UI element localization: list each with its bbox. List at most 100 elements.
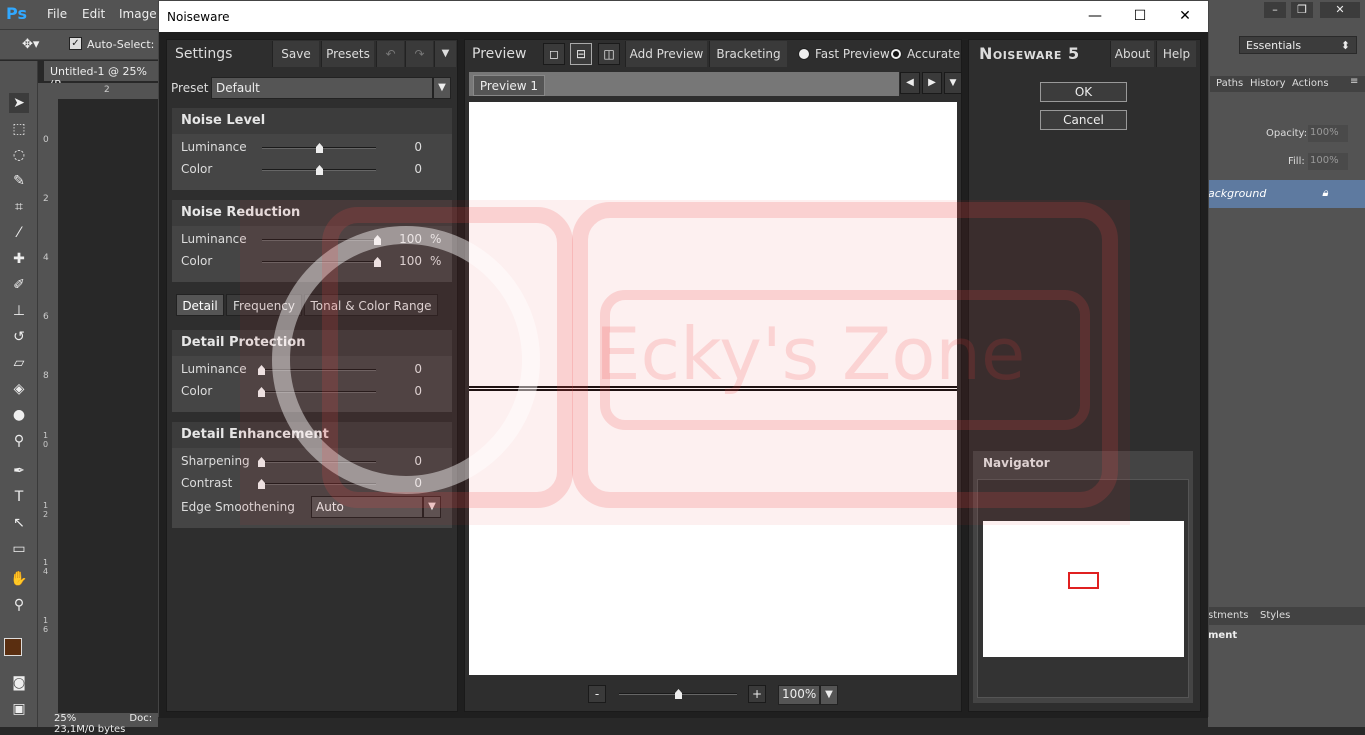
minimize-button[interactable]: — [1072,1,1118,32]
opacity-field[interactable]: 100% [1308,125,1348,142]
screen-mode-icon[interactable]: ▣ [9,699,29,719]
ps-restore-button[interactable]: ❐ [1291,2,1313,18]
move-tool-icon[interactable]: ✥▾ [22,37,39,52]
dp-luminance-slider[interactable] [262,369,376,371]
lasso-tool-icon[interactable]: ◌ [9,145,29,165]
noise-level-section: Noise Level Luminance 0 Color 0 [172,108,452,190]
dp-color-thumb[interactable] [258,387,265,397]
move-tool-icon[interactable]: ➤ [9,93,29,113]
ps-minimize-button[interactable]: – [1264,2,1286,18]
nr-luminance-label: Luminance [181,232,247,246]
layer-row-background[interactable]: ackground 🔒︎ [1208,180,1365,208]
healing-tool-icon[interactable]: ✚ [9,249,29,269]
de-sharpening-slider[interactable] [262,461,376,463]
tab-tonal-color-range[interactable]: Tonal & Color Range [304,294,438,316]
hand-tool-icon[interactable]: ✋ [9,569,29,589]
rectangle-tool-icon[interactable]: ▭ [9,539,29,559]
undo-icon[interactable]: ↶ [376,41,404,67]
maximize-button[interactable]: ☐ [1117,1,1163,32]
ps-close-button[interactable]: ✕ [1320,2,1360,18]
path-select-tool-icon[interactable]: ↖ [9,513,29,533]
auto-select-checkbox[interactable]: ✓ [69,37,82,50]
history-brush-tool-icon[interactable]: ↺ [9,327,29,347]
tab-detail[interactable]: Detail [176,294,224,316]
nl-color-thumb[interactable] [316,165,323,175]
eraser-tool-icon[interactable]: ▱ [9,353,29,373]
preset-dropdown-arrow-icon[interactable]: ▼ [433,77,451,99]
cancel-button[interactable]: Cancel [1040,110,1127,130]
fast-preview-radio[interactable] [798,48,810,60]
de-contrast-slider[interactable] [262,483,376,485]
blur-tool-icon[interactable]: ● [9,405,29,425]
quick-select-tool-icon[interactable]: ✎ [9,171,29,191]
bracketing-button[interactable]: Bracketing [709,41,787,67]
navigator-thumbnail[interactable] [983,521,1184,657]
add-preview-button[interactable]: Add Preview [625,41,707,67]
quick-mask-icon[interactable]: ◙ [9,673,29,693]
next-tab-icon[interactable]: ▶ [922,72,942,94]
settings-menu-icon[interactable]: ▼ [434,41,456,67]
dp-luminance-thumb[interactable] [258,365,265,375]
zoom-dropdown-arrow-icon[interactable]: ▼ [820,685,838,705]
menu-file[interactable]: File [47,7,67,21]
marquee-tool-icon[interactable]: ⬚ [9,119,29,139]
presets-button[interactable]: Presets [321,41,374,67]
close-button[interactable]: ✕ [1162,1,1208,32]
edge-smoothening-dropdown[interactable]: Auto [311,496,423,518]
pen-tool-icon[interactable]: ✒ [9,461,29,481]
edge-dropdown-arrow-icon[interactable]: ▼ [423,496,441,518]
de-contrast-thumb[interactable] [258,479,265,489]
zoom-out-button[interactable]: - [588,685,606,703]
nr-luminance-slider[interactable] [262,239,376,241]
tab-styles[interactable]: Styles [1260,610,1290,621]
zoom-tool-icon[interactable]: ⚲ [9,595,29,615]
ok-button[interactable]: OK [1040,82,1127,102]
workspace-switcher[interactable]: Essentials ⬍ [1239,36,1357,54]
dodge-tool-icon[interactable]: ⚲ [9,431,29,451]
menu-image[interactable]: Image [119,7,157,21]
tab-history[interactable]: History [1250,78,1286,89]
document-tab[interactable]: Untitled-1 @ 25% (R [44,61,164,91]
de-sharpening-thumb[interactable] [258,457,265,467]
fill-field[interactable]: 100% [1308,153,1348,170]
fast-preview-label[interactable]: Fast Preview [815,47,890,61]
crop-tool-icon[interactable]: ⌗ [9,197,29,217]
tab-adjustments[interactable]: stments [1208,610,1249,621]
tab-actions[interactable]: Actions [1292,78,1329,89]
navigator-view-rect[interactable] [1068,572,1099,589]
preset-dropdown[interactable]: Default [211,77,433,99]
split-vertical-icon[interactable]: ◫ [598,43,620,65]
type-tool-icon[interactable]: T [9,487,29,507]
nr-color-thumb[interactable] [374,257,381,267]
accurate-radio[interactable] [890,48,902,60]
preview-split-divider[interactable] [469,386,957,391]
zoom-in-button[interactable]: + [748,685,766,703]
paint-bucket-tool-icon[interactable]: ◈ [9,379,29,399]
single-view-icon[interactable]: ◻ [543,43,565,65]
prev-tab-icon[interactable]: ◀ [900,72,920,94]
nr-luminance-thumb[interactable] [374,235,381,245]
tab-preview-1[interactable]: Preview 1 [473,75,545,96]
de-edge-label: Edge Smoothening [181,500,295,514]
eyedropper-tool-icon[interactable]: ⁄ [9,223,29,243]
about-button[interactable]: About [1110,41,1154,67]
save-button[interactable]: Save [272,41,319,67]
noise-reduction-title: Noise Reduction [181,205,301,220]
panel-menu-icon[interactable]: ≡ [1350,76,1358,87]
tab-frequency[interactable]: Frequency [226,294,302,316]
redo-icon[interactable]: ↷ [405,41,433,67]
nl-luminance-thumb[interactable] [316,143,323,153]
split-horizontal-icon[interactable]: ⊟ [570,43,592,65]
menu-edit[interactable]: Edit [82,7,105,21]
stamp-tool-icon[interactable]: ⊥ [9,301,29,321]
accurate-label[interactable]: Accurate [907,47,960,61]
foreground-color-swatch[interactable] [4,638,22,656]
status-zoom[interactable]: 25% [54,713,76,724]
tab-paths[interactable]: Paths [1216,78,1243,89]
zoom-level-dropdown[interactable]: 100% [778,685,820,705]
brush-tool-icon[interactable]: ✐ [9,275,29,295]
help-button[interactable]: Help [1156,41,1196,67]
tab-menu-icon[interactable]: ▼ [944,72,962,94]
dp-color-slider[interactable] [262,391,376,393]
nr-color-slider[interactable] [262,261,376,263]
